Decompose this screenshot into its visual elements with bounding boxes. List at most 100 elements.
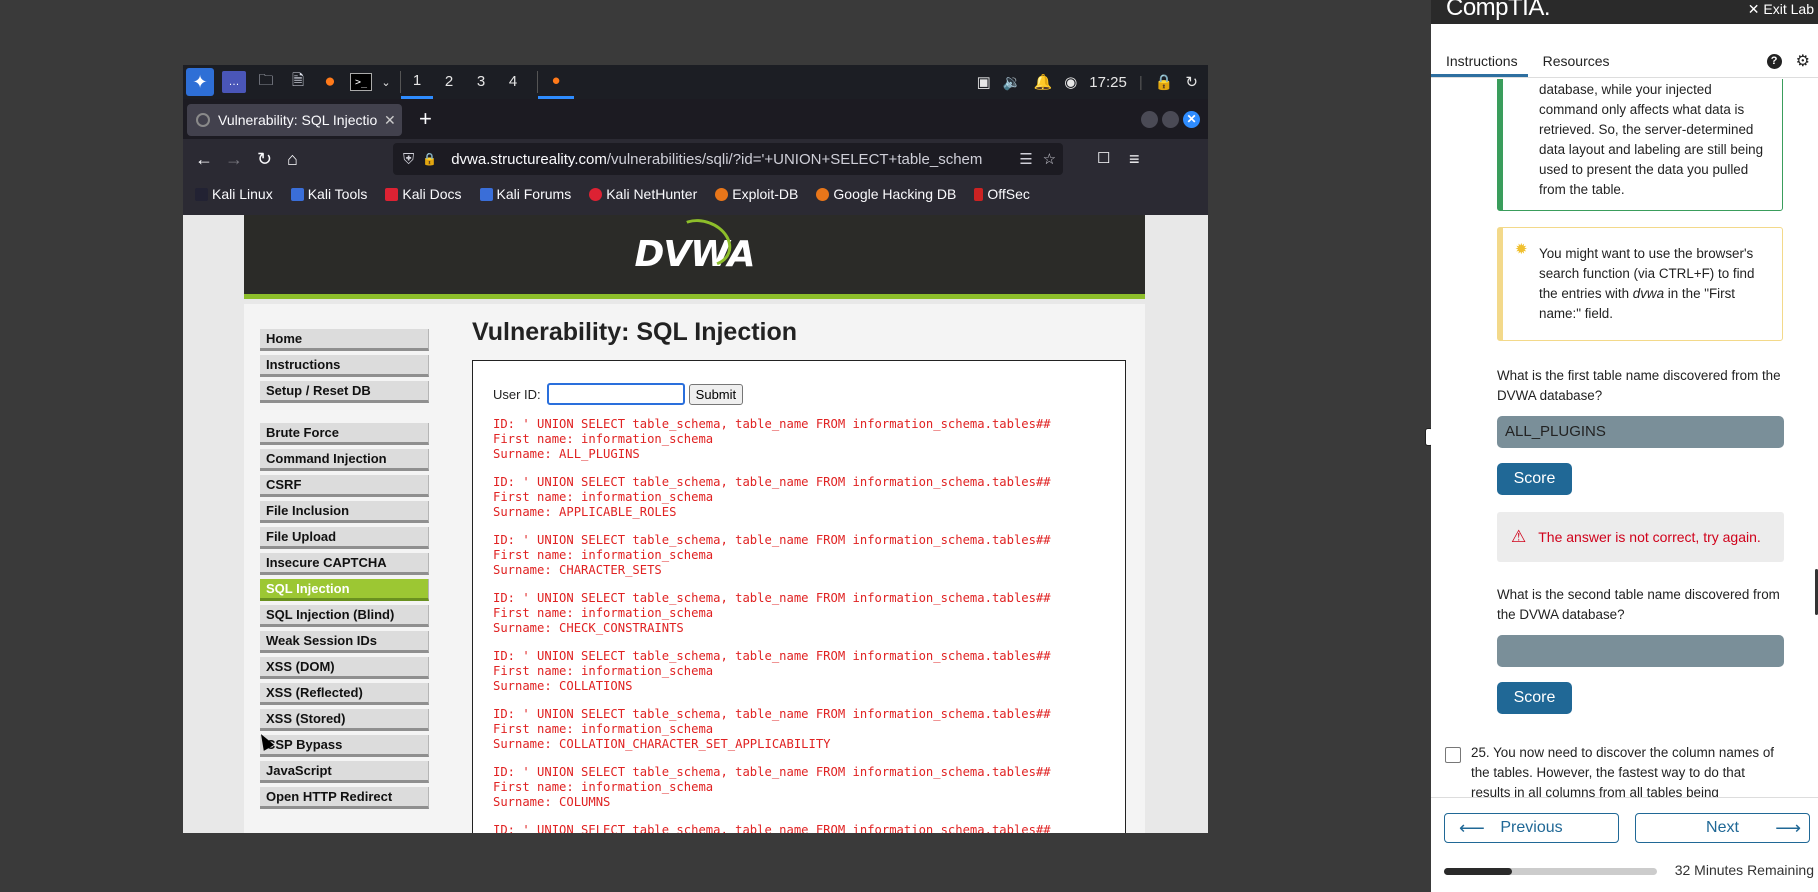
menu-item-sql-injection-blind[interactable]: SQL Injection (Blind) (260, 605, 429, 627)
menu-item-file-upload[interactable]: File Upload (260, 527, 429, 549)
update-icon[interactable]: ◉ (1064, 73, 1077, 91)
power-icon[interactable]: ↻ (1185, 73, 1198, 91)
score-button-1[interactable]: Score (1497, 463, 1572, 495)
error-message: ⚠ The answer is not correct, try again. (1497, 512, 1784, 562)
back-icon[interactable]: ← (195, 149, 213, 169)
url-text[interactable]: dvwa.structureality.com/vulnerabilities/… (451, 151, 1011, 168)
clock[interactable]: 17:25 (1089, 74, 1127, 91)
offsec-icon (974, 188, 984, 201)
panel-footer: ⟵ Previous Next ⟶ 32 Minutes Remaining (1431, 797, 1818, 892)
kali-dragon-icon (195, 188, 208, 201)
gear-icon[interactable]: ⚙ (1796, 51, 1810, 71)
page-title: Vulnerability: SQL Injection (472, 318, 798, 346)
task-checkbox[interactable] (1445, 747, 1461, 763)
url-bar[interactable]: ⛨ 🔒 dvwa.structureality.com/vulnerabilit… (393, 143, 1063, 175)
user-id-input[interactable] (546, 383, 685, 405)
menu-item-setup-reset-db[interactable]: Setup / Reset DB (260, 381, 429, 403)
previous-button[interactable]: ⟵ Previous (1444, 813, 1619, 843)
question-first-table: What is the first table name discovered … (1497, 368, 1781, 403)
menu-item-command-injection[interactable]: Command Injection (260, 449, 429, 471)
browser-nav-bar: ← → ↻ ⌂ ⛨ 🔒 dvwa.structureality.com/vuln… (183, 139, 1208, 179)
hamburger-menu-icon[interactable]: ≡ (1129, 149, 1140, 169)
submit-button[interactable]: Submit (688, 383, 744, 405)
taskbar-firefox-window[interactable]: ● (538, 65, 574, 99)
reload-icon[interactable]: ↻ (257, 149, 272, 169)
bookmark-kali-nethunter[interactable]: Kali NetHunter (589, 186, 697, 202)
workspace-1[interactable]: 1 (401, 65, 433, 99)
menu-item-brute-force[interactable]: Brute Force (260, 423, 429, 445)
tab-instructions[interactable]: Instructions (1431, 53, 1528, 77)
notification-bell-icon[interactable]: 🔔 (1034, 73, 1053, 91)
bookmark-kali-tools[interactable]: Kali Tools (290, 186, 367, 202)
panel-top-bar: CompTIA. ✕ Exit Lab (1431, 0, 1818, 24)
minimize-button[interactable] (1141, 111, 1158, 128)
menu-item-xss-dom[interactable]: XSS (DOM) (260, 657, 429, 679)
kali-menu-icon[interactable]: ✦ (186, 68, 214, 96)
shield-icon[interactable]: ⛨ (403, 151, 414, 168)
lock-icon[interactable]: 🔒 (422, 152, 437, 166)
reader-view-icon[interactable]: ☰ (1019, 150, 1032, 168)
answer-field-1[interactable]: ALL_PLUGINS (1497, 416, 1784, 448)
text-editor-icon[interactable]: 🗎 (286, 71, 310, 93)
maximize-button[interactable] (1162, 111, 1179, 128)
result-entry: ID: ' UNION SELECT table_schema, table_n… (493, 533, 1051, 578)
home-icon[interactable]: ⌂ (287, 149, 298, 169)
menu-item-csp-bypass[interactable]: CSP Bypass (260, 735, 429, 757)
result-id-line: ID: ' UNION SELECT table_schema, table_n… (493, 417, 1051, 431)
bookmark-google-hacking-db[interactable]: Google Hacking DB (816, 186, 956, 202)
firefox-icon[interactable]: ● (318, 71, 342, 93)
menu-item-weak-session-ids[interactable]: Weak Session IDs (260, 631, 429, 653)
bookmark-kali-forums[interactable]: Kali Forums (479, 186, 571, 202)
workspace-4[interactable]: 4 (497, 65, 529, 99)
display-icon[interactable]: ▣ (977, 73, 991, 91)
next-button[interactable]: Next ⟶ (1635, 813, 1810, 843)
workspace-2[interactable]: 2 (433, 65, 465, 99)
lock-icon[interactable]: 🔒 (1155, 73, 1174, 91)
menu-item-file-inclusion[interactable]: File Inclusion (260, 501, 429, 523)
kali-docs-icon (385, 188, 399, 201)
menu-item-home[interactable]: Home (260, 329, 429, 351)
terminal-icon[interactable]: >_ (350, 73, 372, 91)
dvwa-menu: Home Instructions Setup / Reset DB Brute Fo… (260, 329, 430, 813)
forward-icon[interactable]: → (225, 149, 243, 169)
kali-forums-icon (479, 188, 493, 201)
pocket-icon[interactable]: ☐ (1097, 149, 1110, 169)
question-second-table: What is the second table name discovered… (1497, 587, 1780, 622)
volume-icon[interactable]: 🔉 (1003, 73, 1022, 91)
tab-close-icon[interactable]: ✕ (384, 112, 396, 129)
tab-resources[interactable]: Resources (1528, 53, 1620, 77)
arrow-right-icon: ⟶ (1775, 818, 1801, 838)
menu-item-xss-reflected[interactable]: XSS (Reflected) (260, 683, 429, 705)
score-button-2[interactable]: Score (1497, 682, 1572, 714)
bookmark-exploit-db[interactable]: Exploit-DB (715, 186, 798, 202)
exit-lab-button[interactable]: ✕ Exit Lab (1748, 1, 1814, 18)
result-first-name: First name: information_schema (493, 548, 714, 562)
lab-panel: CompTIA. ✕ Exit Lab Instructions Resourc… (1431, 0, 1818, 892)
workspace-3[interactable]: 3 (465, 65, 497, 99)
menu-item-instructions[interactable]: Instructions (260, 355, 429, 377)
result-entry: ID: ' UNION SELECT table_schema, table_n… (493, 765, 1051, 810)
bookmark-offsec[interactable]: OffSec (974, 186, 1030, 202)
menu-item-open-http-redirect[interactable]: Open HTTP Redirect (260, 787, 429, 809)
browser-tab[interactable]: Vulnerability: SQL Injectio ✕ (187, 104, 402, 136)
bookmark-kali-linux[interactable]: Kali Linux (195, 186, 273, 202)
help-icon[interactable]: ? (1766, 54, 1782, 69)
menu-item-sql-injection[interactable]: SQL Injection (260, 579, 429, 601)
dvwa-logo[interactable]: DVWA (634, 215, 756, 275)
menu-item-csrf[interactable]: CSRF (260, 475, 429, 497)
bookmark-star-icon[interactable]: ☆ (1043, 150, 1056, 168)
bookmark-kali-docs[interactable]: Kali Docs (385, 186, 462, 202)
answer-field-2[interactable] (1497, 635, 1784, 667)
menu-item-xss-stored[interactable]: XSS (Stored) (260, 709, 429, 731)
file-manager-icon[interactable]: 🗀 (254, 71, 278, 93)
menu-item-javascript[interactable]: JavaScript (260, 761, 429, 783)
query-results: ID: ' UNION SELECT table_schema, table_n… (493, 417, 1051, 833)
warning-icon: ⚠ (1511, 527, 1527, 546)
result-surname: Surname: ALL_PLUGINS (493, 447, 640, 461)
close-window-button[interactable]: ✕ (1183, 111, 1200, 128)
chevron-down-icon[interactable]: ⌄ (380, 71, 392, 93)
show-desktop-icon[interactable]: … (222, 71, 246, 93)
result-entry: ID: ' UNION SELECT table_schema, table_n… (493, 475, 1051, 520)
menu-item-insecure-captcha[interactable]: Insecure CAPTCHA (260, 553, 429, 575)
new-tab-button[interactable]: + (419, 107, 432, 131)
